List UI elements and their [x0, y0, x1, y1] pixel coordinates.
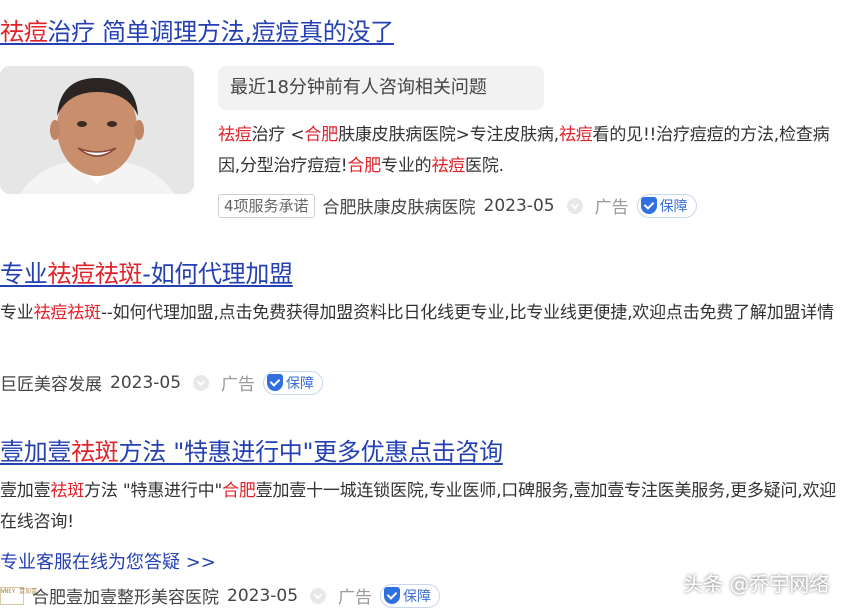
ad1-thumbnail-image[interactable] [0, 66, 194, 194]
guarantee-badge[interactable]: 保障 [636, 193, 697, 218]
ad-label: 广告 [338, 588, 373, 608]
keyword-highlight: 祛痘 [558, 125, 593, 145]
text-segment: 方法 "特惠进行中" [84, 481, 223, 501]
ad2-title-link[interactable]: 专业祛痘祛斑-如何代理加盟 [0, 254, 293, 289]
guarantee-label: 保障 [286, 375, 315, 392]
hospital-logo: WNEY 壹加壹 [0, 586, 37, 605]
keyword-highlight: 祛斑 [50, 481, 85, 501]
ad1-source: 合肥肤康皮肤病医院 [322, 198, 476, 218]
ad1-description: 祛痘治疗 <合肥肤康皮肤病医院>专注皮肤病,祛痘看的见!!治疗痘痘的方法,检查病… [218, 120, 848, 182]
text-segment: -如何代理加盟 [142, 260, 293, 288]
ad2-source: 巨匠美容发展 [0, 375, 102, 395]
ad3-meta: WNEY 壹加壹 合肥壹加壹整形美容医院 2023-05 广告 保障 [0, 583, 441, 608]
ad3-source: 合肥壹加壹整形美容医院 [32, 588, 219, 608]
text-segment: 治疗 简单调理方法,痘痘真的没了 [47, 18, 394, 46]
consult-notice: 最近18分钟前有人咨询相关问题 [218, 66, 544, 110]
chevron-down-icon[interactable] [310, 587, 327, 604]
chevron-down-icon[interactable] [193, 374, 210, 391]
keyword-highlight: 祛痘 [218, 125, 252, 145]
person-photo [0, 66, 194, 194]
ad1-date: 2023-05 [483, 195, 555, 216]
shield-check-icon [640, 197, 657, 214]
keyword-highlight: 合肥 [222, 481, 256, 501]
ad3-title-link[interactable]: 壹加壹祛斑方法 "特惠进行中"更多优惠点击咨询 [0, 432, 503, 467]
keyword-highlight: 祛痘 [431, 156, 466, 176]
ad1-title-link[interactable]: 祛痘治疗 简单调理方法,痘痘真的没了 [0, 12, 394, 47]
ad1-meta: 4项服务承诺 合肥肤康皮肤病医院 2023-05 广告 保障 [218, 193, 697, 218]
text-segment: 肤康皮肤病医院>专注皮肤病, [338, 125, 559, 145]
text-segment: 方法 "特惠进行中"更多优惠点击咨询 [118, 438, 504, 466]
keyword-highlight: 祛痘祛斑 [33, 303, 101, 323]
text-segment: 壹加壹 [0, 481, 51, 501]
guarantee-label: 保障 [403, 588, 432, 605]
chevron-down-icon[interactable] [566, 197, 583, 214]
watermark-text: 头条 @乔宇网络 [683, 572, 830, 596]
ad-label: 广告 [594, 198, 629, 218]
ad-label: 广告 [221, 375, 256, 395]
guarantee-badge[interactable]: 保障 [380, 583, 441, 608]
customer-service-link[interactable]: 专业客服在线为您答疑 >> [0, 548, 216, 574]
ad2-meta: 巨匠美容发展 2023-05 广告 保障 [0, 370, 324, 395]
ad3-description: 壹加壹祛斑方法 "特惠进行中"合肥壹加壹十一城连锁医院,专业医师,口碑服务,壹加… [0, 476, 850, 538]
guarantee-badge[interactable]: 保障 [263, 370, 324, 395]
text-segment: 专业 [0, 260, 48, 288]
service-promise-tag[interactable]: 4项服务承诺 [218, 193, 315, 218]
text-segment: 壹加壹 [0, 438, 72, 466]
keyword-highlight: 祛痘 [0, 18, 48, 46]
guarantee-label: 保障 [659, 198, 688, 215]
text-segment: 专业的 [381, 156, 432, 176]
ad2-date: 2023-05 [110, 372, 182, 393]
keyword-highlight: 祛斑 [71, 438, 119, 466]
text-segment: 治疗 < [251, 125, 305, 145]
shield-check-icon [267, 374, 284, 391]
text-segment: 医院. [465, 156, 504, 176]
keyword-highlight: 合肥 [304, 125, 339, 145]
ad3-date: 2023-05 [227, 585, 299, 606]
shield-check-icon [384, 587, 401, 604]
ad2-description: 专业祛痘祛斑--如何代理加盟,点击免费获得加盟资料比日化线更专业,比专业线更便捷… [0, 298, 850, 329]
text-segment: 专业 [0, 303, 34, 323]
keyword-highlight: 合肥 [347, 156, 382, 176]
text-segment: --如何代理加盟,点击免费获得加盟资料比日化线更专业,比专业线更便捷,欢迎点击免… [100, 303, 834, 323]
keyword-highlight: 祛痘祛斑 [47, 260, 143, 288]
